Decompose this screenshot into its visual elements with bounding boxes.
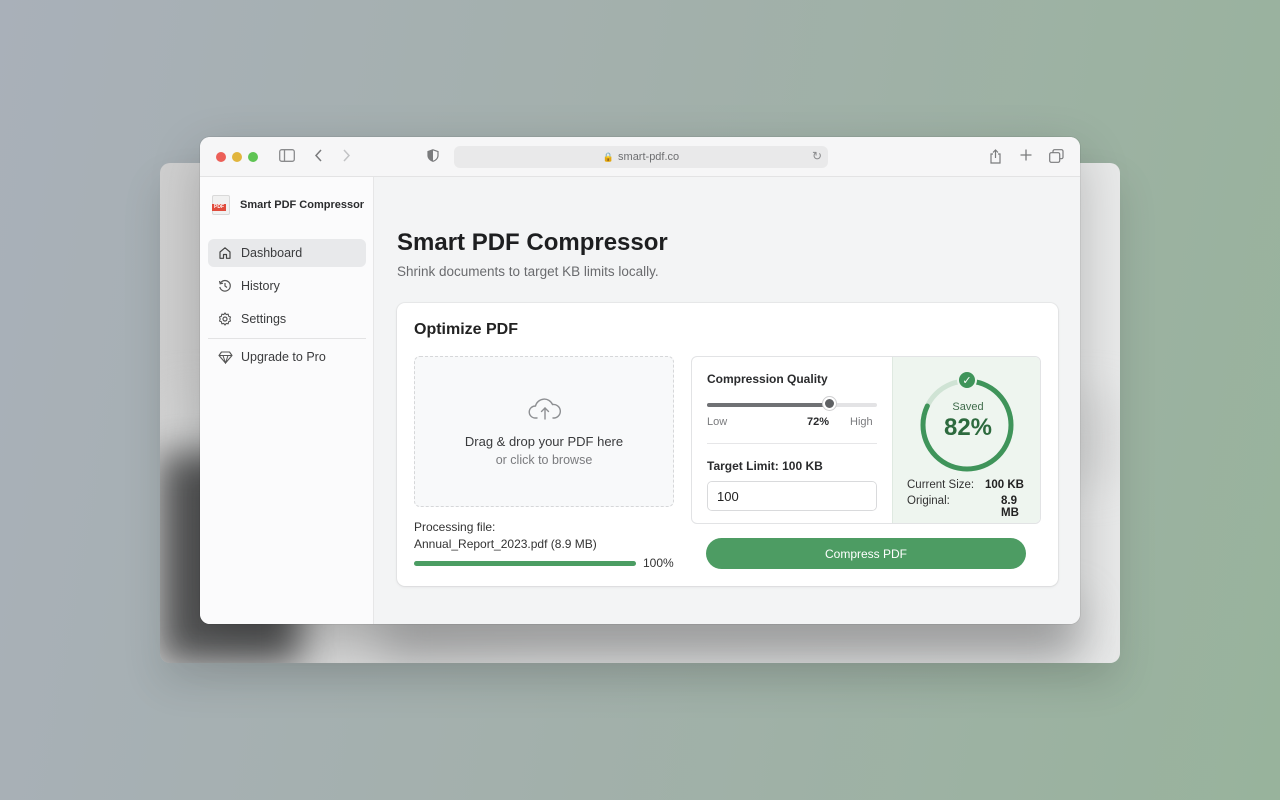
- zoom-window-button[interactable]: [248, 151, 258, 162]
- gear-icon: [217, 311, 233, 327]
- saved-label: Saved: [952, 401, 984, 413]
- progress-fill: [414, 561, 636, 566]
- quality-slider[interactable]: [707, 403, 877, 407]
- sidebar-item-upgrade[interactable]: Upgrade to Pro: [208, 343, 366, 371]
- current-size-label: Current Size:: [907, 479, 975, 491]
- sidebar-item-label: Settings: [241, 312, 287, 326]
- sidebar-divider: [208, 338, 366, 339]
- sidebar-item-label: History: [241, 279, 280, 293]
- tabs-overview-icon[interactable]: [1049, 149, 1064, 167]
- original-size-label: Original:: [907, 495, 950, 507]
- sidebar-item-dashboard[interactable]: Dashboard: [208, 239, 366, 267]
- optimize-card: Optimize PDF Drag & drop your PDF here o…: [397, 303, 1058, 586]
- quality-slider-thumb[interactable]: [822, 397, 836, 410]
- sidebar-toggle-icon[interactable]: [279, 149, 295, 166]
- sidebar-item-label: Upgrade to Pro: [241, 350, 326, 364]
- browser-toolbar: 🔒 smart-pdf.co ↻: [200, 137, 1080, 177]
- file-dropzone[interactable]: Drag & drop your PDF here or click to br…: [414, 356, 674, 507]
- progress-percent: 100%: [643, 556, 674, 570]
- target-limit-input[interactable]: [708, 482, 876, 510]
- sidebar-item-history[interactable]: History: [208, 272, 366, 300]
- compress-pdf-button[interactable]: Compress PDF: [706, 538, 1026, 569]
- slider-low-label: Low: [707, 416, 728, 428]
- target-limit-label: Target Limit: 100 KB: [707, 459, 823, 473]
- check-icon: ✓: [957, 370, 977, 390]
- processing-filename: Annual_Report_2023.pdf (8.9 MB): [414, 537, 597, 551]
- slider-high-label: High: [850, 416, 873, 428]
- browser-window: 🔒 smart-pdf.co ↻ PDF Smart PDF Compresso…: [200, 137, 1080, 624]
- processing-label: Processing file:: [414, 520, 496, 534]
- savings-panel: ✓ Saved 82% Current Size: 100 KB Origina…: [892, 357, 1040, 523]
- target-limit-field: KB: [707, 481, 877, 511]
- quality-slider-fill: [707, 403, 830, 407]
- sidebar-item-settings[interactable]: Settings: [208, 305, 366, 333]
- minimize-window-button[interactable]: [232, 151, 242, 162]
- page-title: Smart PDF Compressor: [397, 229, 668, 256]
- share-icon[interactable]: [989, 149, 1002, 168]
- url-text: smart-pdf.co: [618, 151, 680, 163]
- diamond-icon: [217, 349, 233, 365]
- new-tab-icon[interactable]: [1020, 149, 1032, 165]
- close-window-button[interactable]: [216, 151, 226, 162]
- compression-settings-panel: Compression Quality Low 72% High Target …: [691, 356, 1041, 524]
- back-icon[interactable]: [314, 149, 323, 166]
- home-icon: [217, 245, 233, 261]
- shield-icon[interactable]: [427, 149, 439, 166]
- pdf-logo-icon: PDF: [212, 195, 230, 215]
- forward-icon[interactable]: [342, 149, 351, 166]
- original-size-row: Original: 8.9 MB: [907, 495, 1027, 519]
- lock-icon: 🔒: [602, 151, 615, 162]
- reload-icon[interactable]: ↻: [812, 149, 822, 163]
- saved-percent: 82%: [943, 414, 993, 441]
- progress-bar: [414, 561, 636, 566]
- page-subtitle: Shrink documents to target KB limits loc…: [397, 264, 659, 279]
- card-title: Optimize PDF: [414, 321, 519, 338]
- original-size-value: 8.9 MB: [1001, 495, 1019, 519]
- brand[interactable]: PDF Smart PDF Compressor: [212, 195, 364, 215]
- dropzone-title: Drag & drop your PDF here: [464, 434, 624, 449]
- slider-value: 72%: [807, 416, 830, 428]
- settings-controls: Compression Quality Low 72% High Target …: [692, 357, 892, 523]
- compression-quality-label: Compression Quality: [707, 372, 828, 386]
- address-bar[interactable]: 🔒 smart-pdf.co ↻: [454, 146, 828, 168]
- cloud-upload-icon: [528, 397, 562, 426]
- sidebar: PDF Smart PDF Compressor Dashboard Histo…: [200, 177, 374, 624]
- dropzone-browse-link[interactable]: or click to browse: [415, 453, 673, 467]
- current-size-value: 100 KB: [985, 479, 1024, 491]
- window-controls: [216, 151, 258, 162]
- settings-divider: [707, 443, 877, 444]
- history-icon: [217, 278, 233, 294]
- brand-name: Smart PDF Compressor: [240, 199, 365, 211]
- current-size-row: Current Size: 100 KB: [907, 479, 1027, 491]
- main-content: Smart PDF Compressor Shrink documents to…: [375, 177, 1080, 624]
- sidebar-item-label: Dashboard: [241, 246, 303, 260]
